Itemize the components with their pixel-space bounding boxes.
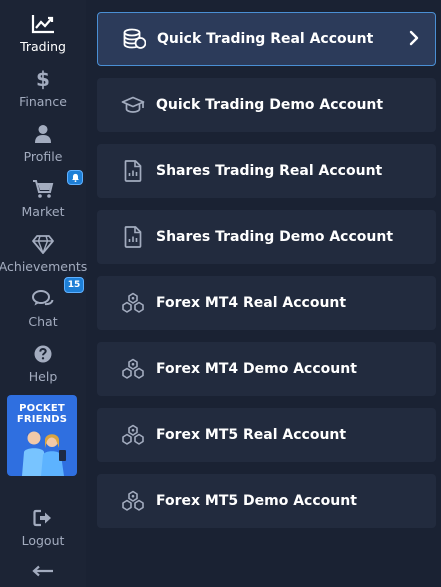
logout-button[interactable]: Logout (0, 498, 86, 553)
promo-title: POCKET FRIENDS (7, 403, 77, 425)
sidebar-item-label: Chat (28, 314, 58, 329)
logout-icon (33, 506, 53, 530)
chat-icon (32, 287, 54, 311)
promo-line-1: POCKET (19, 403, 65, 414)
question-icon (33, 342, 53, 366)
account-label: Forex MT5 Demo Account (156, 493, 357, 509)
bell-icon (71, 173, 79, 182)
account-label: Forex MT4 Demo Account (156, 361, 357, 377)
svg-text:$: $ (36, 68, 50, 90)
sidebar-item-label: Market (21, 204, 65, 219)
document-chart-icon (120, 158, 146, 184)
account-forex-mt4-real[interactable]: Forex MT4 Real Account (97, 276, 436, 330)
chevron-right-icon (409, 30, 419, 50)
sidebar-item-achievements[interactable]: Achievements (0, 224, 88, 279)
sidebar-item-help[interactable]: Help (0, 334, 86, 389)
sidebar-item-label: Finance (19, 94, 67, 109)
sidebar-item-finance[interactable]: $ Finance (0, 59, 86, 114)
account-shares-trading-demo[interactable]: Shares Trading Demo Account (97, 210, 436, 264)
sidebar-item-trading[interactable]: Trading (0, 4, 86, 59)
account-label: Quick Trading Real Account (157, 31, 374, 47)
sidebar-item-label: Trading (20, 39, 66, 54)
notification-badge (67, 170, 83, 185)
account-label: Forex MT5 Real Account (156, 427, 347, 443)
collapse-sidebar-button[interactable] (31, 563, 55, 577)
arrow-left-icon (32, 565, 53, 577)
account-list: Quick Trading Real Account Quick Trading… (86, 0, 441, 587)
account-shares-trading-real[interactable]: Shares Trading Real Account (97, 144, 436, 198)
account-label: Quick Trading Demo Account (156, 97, 384, 113)
logout-label: Logout (21, 533, 65, 548)
friends-illustration (22, 430, 66, 476)
network-icon (120, 356, 146, 382)
account-quick-trading-demo[interactable]: Quick Trading Demo Account (97, 78, 436, 132)
account-label: Forex MT4 Real Account (156, 295, 347, 311)
sidebar-item-label: Help (28, 369, 58, 384)
pocket-friends-banner[interactable]: POCKET FRIENDS (7, 395, 77, 476)
account-forex-mt5-real[interactable]: Forex MT5 Real Account (97, 408, 436, 462)
chart-trend-icon (31, 12, 55, 36)
network-icon (120, 422, 146, 448)
document-chart-icon (120, 224, 146, 250)
account-forex-mt5-demo[interactable]: Forex MT5 Demo Account (97, 474, 436, 528)
graduation-cap-icon (120, 92, 146, 118)
network-icon (120, 488, 146, 514)
account-label: Shares Trading Real Account (156, 163, 383, 179)
account-quick-trading-real[interactable]: Quick Trading Real Account (97, 12, 436, 66)
account-label: Shares Trading Demo Account (156, 229, 394, 245)
user-icon (34, 122, 52, 146)
cart-icon (32, 177, 54, 201)
sidebar-item-label: Profile (23, 149, 63, 164)
chat-count-badge: 15 (64, 277, 84, 293)
diamond-icon (32, 232, 54, 256)
dollar-icon: $ (35, 67, 51, 91)
sidebar-item-profile[interactable]: Profile (0, 114, 86, 169)
network-icon (120, 290, 146, 316)
account-forex-mt4-demo[interactable]: Forex MT4 Demo Account (97, 342, 436, 396)
sidebar-item-label: Achievements (0, 259, 88, 274)
coins-icon (121, 26, 147, 52)
sidebar: Trading $ Finance Profile Market Achieve… (0, 0, 88, 587)
